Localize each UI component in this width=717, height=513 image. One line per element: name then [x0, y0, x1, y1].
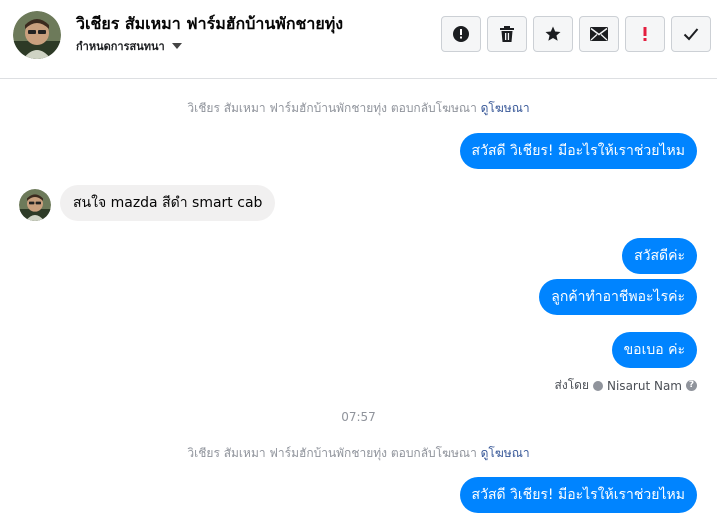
caret-down-icon — [171, 43, 182, 49]
star-icon — [545, 26, 561, 41]
contact-avatar-small[interactable] — [19, 189, 51, 221]
mark-unread-button[interactable] — [579, 16, 619, 52]
mark-done-button[interactable] — [671, 16, 711, 52]
ad-reply-notice: วิเชียร สัมเหมา ฟาร์มฮักบ้านพักชายทุ่ง ต… — [0, 99, 717, 118]
trash-icon — [500, 26, 514, 42]
sent-by-name: Nisarut Nam — [607, 378, 682, 393]
delete-button[interactable] — [487, 16, 527, 52]
ad-reply-text: วิเชียร สัมเหมา ฟาร์มฮักบ้านพักชายทุ่ง ต… — [187, 446, 477, 460]
ad-reply-text: วิเชียร สัมเหมา ฟาร์มฮักบ้านพักชายทุ่ง ต… — [187, 101, 477, 115]
incoming-message: สนใจ mazda สีดำ smart cab — [60, 185, 276, 221]
star-button[interactable] — [533, 16, 573, 52]
header-actions — [441, 16, 711, 52]
outgoing-message: ขอเบอ ค่ะ — [611, 332, 697, 368]
sent-by-info: ส่งโดย Nisarut Nam ? — [555, 376, 697, 395]
outgoing-message: สวัสดี วิเชียร! มีอะไรให้เราช่วยไหม — [459, 133, 697, 169]
assign-label: กำหนดการสนทนา — [76, 40, 165, 53]
check-circle-icon — [593, 380, 603, 391]
contact-avatar[interactable] — [13, 11, 61, 59]
important-button[interactable] — [625, 16, 665, 52]
check-icon — [683, 28, 699, 41]
message-timestamp: 07:57 — [341, 410, 376, 424]
outgoing-message: สวัสดีค่ะ — [622, 238, 697, 274]
message-thread[interactable]: วิเชียร สัมเหมา ฟาร์มฮักบ้านพักชายทุ่ง ต… — [0, 79, 717, 513]
sent-by-label: ส่งโดย — [554, 378, 589, 392]
alert-circle-icon — [453, 26, 469, 42]
envelope-icon — [590, 27, 608, 41]
contact-name[interactable]: วิเชียร สัมเหมา ฟาร์มฮักบ้านพักชายทุ่ง — [76, 12, 343, 37]
view-ad-link[interactable]: ดูโฆษณา — [481, 446, 530, 460]
assign-conversation-dropdown[interactable]: กำหนดการสนทนา — [76, 37, 182, 55]
mark-spam-button[interactable] — [441, 16, 481, 52]
exclamation-icon — [643, 27, 647, 41]
ad-reply-notice: วิเชียร สัมเหมา ฟาร์มฮักบ้านพักชายทุ่ง ต… — [0, 444, 717, 463]
help-icon[interactable]: ? — [686, 380, 697, 391]
outgoing-message: ลูกค้าทำอาชีพอะไรค่ะ — [539, 279, 697, 315]
view-ad-link[interactable]: ดูโฆษณา — [481, 101, 530, 115]
conversation-header: วิเชียร สัมเหมา ฟาร์มฮักบ้านพักชายทุ่ง ก… — [0, 0, 717, 79]
